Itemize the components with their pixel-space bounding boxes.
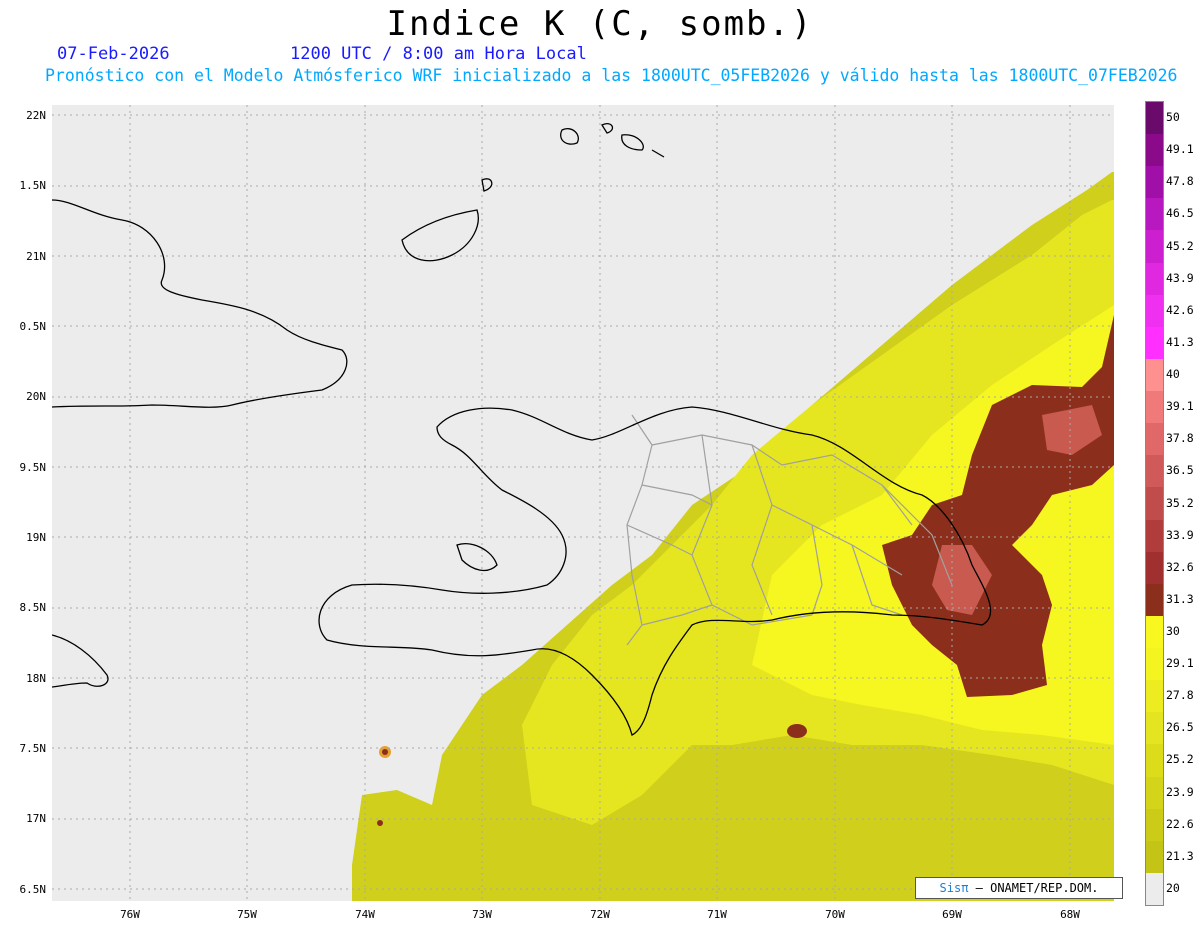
sispi-logo: Sisπ	[939, 881, 969, 895]
colorbar-cell	[1146, 294, 1163, 328]
lat-label: 20N	[26, 390, 46, 403]
lon-label: 70W	[825, 908, 845, 921]
colorbar-cell	[1146, 326, 1163, 360]
lon-label: 74W	[355, 908, 375, 921]
forecast-time: 1200 UTC / 8:00 am Hora Local	[290, 44, 587, 64]
colorbar-cell	[1146, 262, 1163, 296]
colorbar-label: 49.1	[1166, 142, 1194, 157]
colorbar-label: 42.6	[1166, 302, 1194, 317]
colorbar-label: 33.9	[1166, 527, 1194, 542]
colorbar-cell	[1146, 455, 1163, 488]
lat-label: 19N	[26, 531, 46, 544]
colorbar	[1145, 101, 1164, 906]
colorbar-label: 37.8	[1166, 431, 1194, 446]
lon-label: 69W	[942, 908, 962, 921]
colorbar-label: 32.6	[1166, 559, 1194, 574]
colorbar-cell	[1146, 872, 1163, 906]
colorbar-cell	[1146, 519, 1163, 553]
lat-label: 9.5N	[19, 461, 47, 474]
lon-label: 75W	[237, 908, 257, 921]
colorbar-cell	[1146, 198, 1163, 231]
lat-label: 7.5N	[19, 742, 47, 755]
colorbar-cell	[1146, 102, 1163, 135]
map-panel	[52, 105, 1114, 901]
colorbar-cell	[1146, 840, 1163, 874]
lat-label: 1.5N	[19, 179, 47, 192]
lat-label: 8.5N	[19, 601, 47, 614]
colorbar-label: 47.8	[1166, 174, 1194, 189]
colorbar-label: 21.3	[1166, 848, 1194, 863]
credit-box: Sisπ – ONAMET/REP.DOM.	[915, 877, 1123, 899]
colorbar-cell	[1146, 487, 1163, 521]
lon-label: 76W	[120, 908, 140, 921]
colorbar-cell	[1146, 230, 1163, 264]
colorbar-label: 30	[1166, 623, 1180, 638]
colorbar-label: 50	[1166, 110, 1180, 125]
colorbar-label: 20	[1166, 880, 1180, 895]
lon-label: 72W	[590, 908, 610, 921]
colorbar-label: 40	[1166, 367, 1180, 382]
colorbar-label: 35.2	[1166, 495, 1194, 510]
colorbar-cell	[1146, 615, 1163, 649]
colorbar-label: 22.6	[1166, 816, 1194, 831]
forecast-description: Pronóstico con el Modelo Atmósferico WRF…	[45, 66, 1178, 85]
colorbar-label: 27.8	[1166, 688, 1194, 703]
lat-label: 22N	[26, 109, 46, 122]
colorbar-cell	[1146, 134, 1163, 167]
colorbar-cell	[1146, 551, 1163, 585]
colorbar-cell	[1146, 680, 1163, 713]
lat-label: 18N	[26, 672, 46, 685]
colorbar-label: 39.1	[1166, 399, 1194, 414]
k-index-field-red-spot	[787, 724, 807, 738]
lat-label: 0.5N	[19, 320, 47, 333]
colorbar-cell	[1146, 358, 1163, 392]
lon-label: 68W	[1060, 908, 1080, 921]
colorbar-cell	[1146, 712, 1163, 745]
forecast-date: 07-Feb-2026	[57, 44, 170, 64]
colorbar-cell	[1146, 648, 1163, 681]
colorbar-label: 36.5	[1166, 463, 1194, 478]
colorbar-cell	[1146, 166, 1163, 199]
colorbar-label: 31.3	[1166, 591, 1194, 606]
lon-label: 71W	[707, 908, 727, 921]
colorbar-label: 29.1	[1166, 656, 1194, 671]
colorbar-cell	[1146, 391, 1163, 424]
colorbar-label: 26.5	[1166, 720, 1194, 735]
colorbar-cell	[1146, 744, 1163, 777]
colorbar-label: 23.9	[1166, 784, 1194, 799]
k-index-map	[52, 105, 1114, 901]
colorbar-label: 25.2	[1166, 752, 1194, 767]
colorbar-cell	[1146, 583, 1163, 617]
credit-text: – ONAMET/REP.DOM.	[968, 881, 1099, 895]
colorbar-cell	[1146, 423, 1163, 456]
lon-label: 73W	[472, 908, 492, 921]
lat-label: 21N	[26, 250, 46, 263]
colorbar-label: 43.9	[1166, 270, 1194, 285]
map-title: Indice K (C, somb.)	[386, 4, 814, 44]
colorbar-cell	[1146, 808, 1163, 842]
lat-label: 6.5N	[19, 883, 47, 896]
colorbar-cell	[1146, 776, 1163, 810]
colorbar-label: 46.5	[1166, 206, 1194, 221]
colorbar-label: 41.3	[1166, 334, 1194, 349]
lat-label: 17N	[26, 812, 46, 825]
colorbar-label: 45.2	[1166, 238, 1194, 253]
